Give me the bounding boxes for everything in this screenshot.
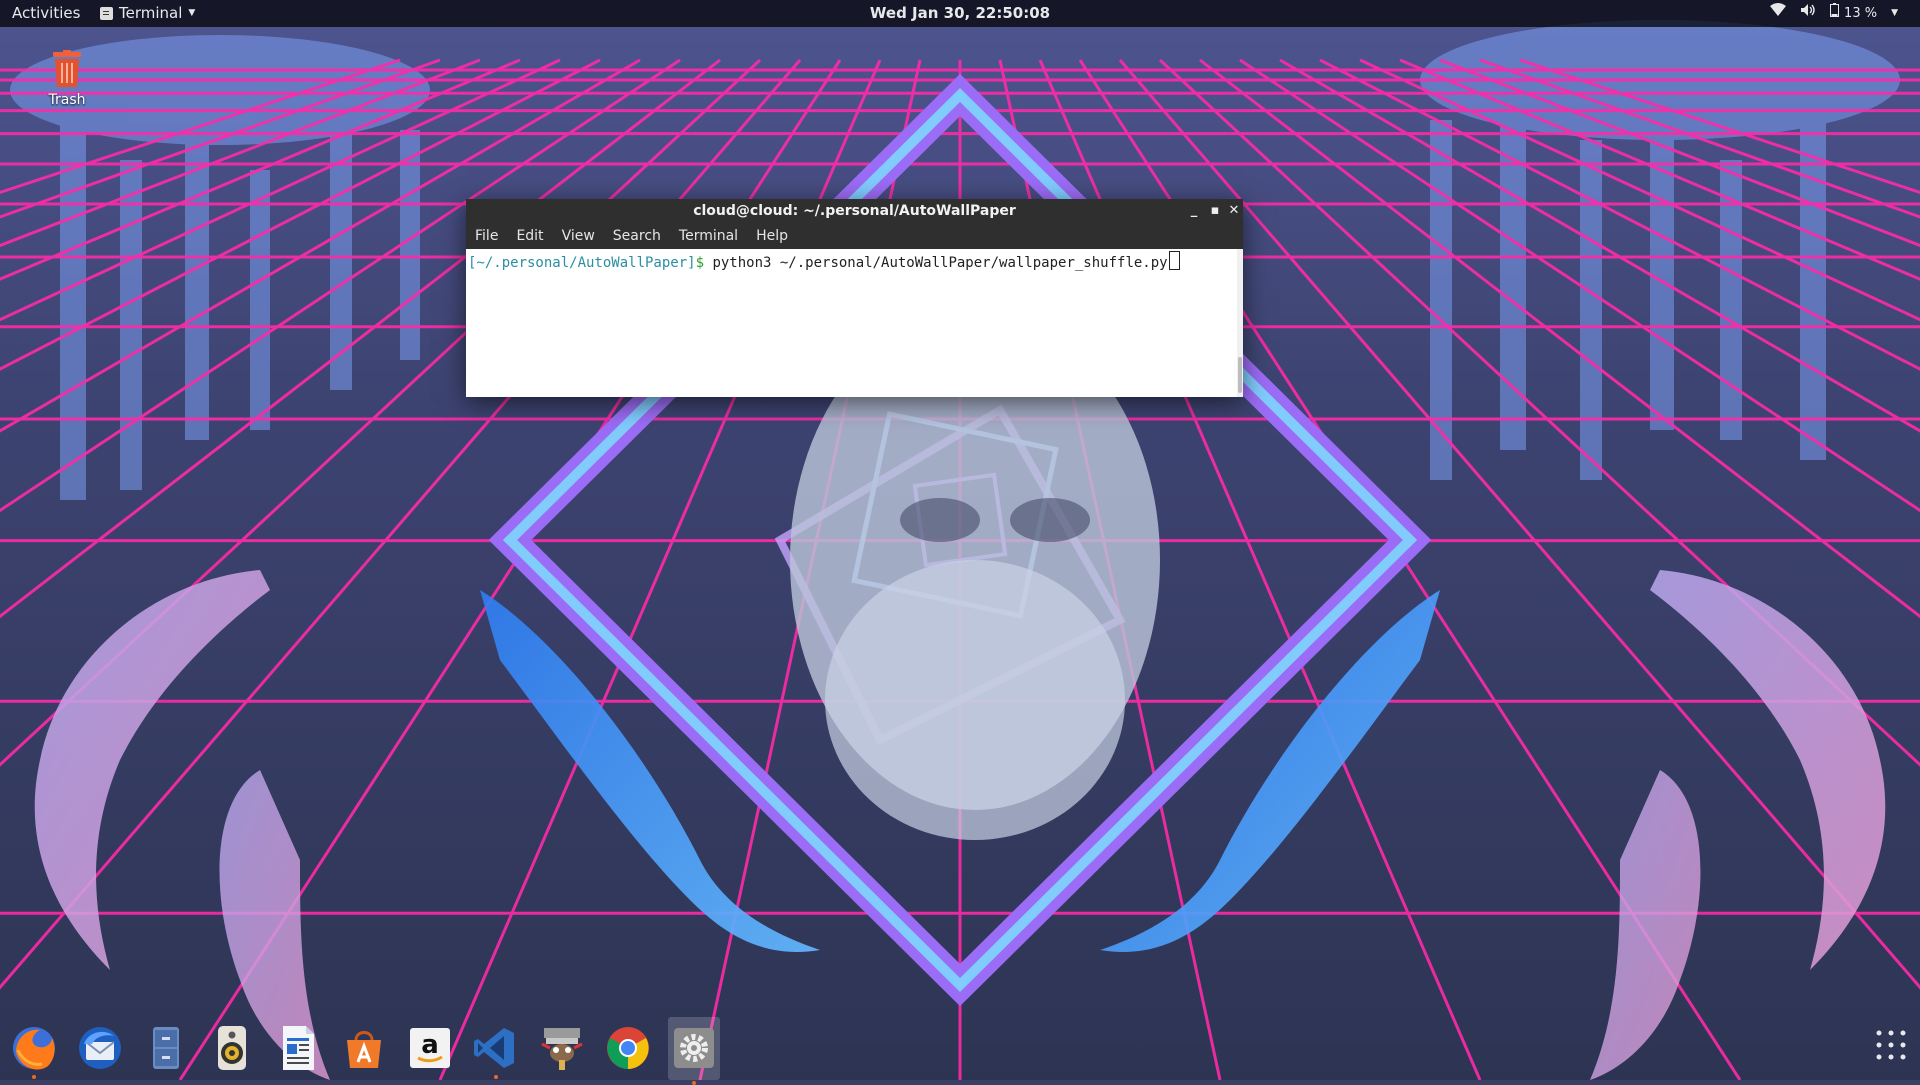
app-menu[interactable]: Terminal ▼ xyxy=(100,0,195,27)
dock-item-thunderbird[interactable] xyxy=(74,1022,126,1074)
desktop-wallpaper xyxy=(0,0,1920,1080)
thunderbird-icon xyxy=(79,1027,121,1069)
scrollbar-thumb[interactable] xyxy=(1238,357,1242,393)
terminal-menubar: File Edit View Search Terminal Help xyxy=(466,223,1243,249)
wifi-icon xyxy=(1770,0,1787,27)
show-applications-button[interactable] xyxy=(1874,1028,1908,1062)
firefox-icon xyxy=(13,1027,55,1070)
minimize-button[interactable]: _ xyxy=(1183,199,1205,223)
dock-item-amazon[interactable]: a xyxy=(404,1022,456,1074)
shopping-bag-icon xyxy=(347,1031,381,1068)
prompt-sign: $ xyxy=(695,255,705,271)
window-titlebar[interactable]: cloud@cloud: ~/.personal/AutoWallPaper _… xyxy=(466,199,1243,223)
running-indicator xyxy=(692,1081,696,1085)
gimp-icon xyxy=(541,1028,583,1070)
dock-item-settings[interactable] xyxy=(668,1017,720,1085)
dock-item-vscode[interactable] xyxy=(470,1022,522,1079)
running-indicator xyxy=(32,1075,36,1079)
speaker-icon xyxy=(218,1026,246,1070)
terminal-window[interactable]: cloud@cloud: ~/.personal/AutoWallPaper _… xyxy=(466,199,1243,397)
terminal-app-icon xyxy=(100,7,113,20)
chevron-down-icon: ▼ xyxy=(188,8,196,18)
activities-button[interactable]: Activities xyxy=(12,0,80,27)
terminal-command-line: [~/.personal/AutoWallPaper]$ python3 ~/.… xyxy=(468,251,1180,273)
document-icon xyxy=(283,1026,314,1070)
menu-file[interactable]: File xyxy=(466,223,507,249)
running-indicator xyxy=(494,1075,498,1079)
clock: Wed Jan 30, 22:50:08 xyxy=(0,0,1920,27)
app-grid-icon xyxy=(1876,1030,1906,1060)
dock-item-libreoffice-writer[interactable] xyxy=(272,1022,324,1074)
menu-help[interactable]: Help xyxy=(747,223,797,249)
trash-label: Trash xyxy=(48,92,86,108)
menu-search[interactable]: Search xyxy=(604,223,670,249)
volume-icon xyxy=(1800,0,1816,27)
terminal-scrollbar[interactable] xyxy=(1237,249,1243,397)
clock-label[interactable]: Wed Jan 30, 22:50:08 xyxy=(870,4,1050,22)
chevron-down-icon: ▼ xyxy=(1891,8,1898,18)
menu-view[interactable]: View xyxy=(553,223,604,249)
window-title: cloud@cloud: ~/.personal/AutoWallPaper xyxy=(693,203,1016,219)
prompt-path: [~/.personal/AutoWallPaper] xyxy=(468,255,696,271)
close-button[interactable]: ✕ xyxy=(1223,199,1245,223)
dock-item-firefox[interactable] xyxy=(8,1022,60,1079)
gear-icon xyxy=(674,1028,714,1068)
battery-percent: 13 % xyxy=(1844,6,1878,21)
menu-edit[interactable]: Edit xyxy=(507,223,552,249)
amazon-icon: a xyxy=(410,1028,450,1068)
dock-item-chrome[interactable] xyxy=(602,1022,654,1074)
terminal-output[interactable]: [~/.personal/AutoWallPaper]$ python3 ~/.… xyxy=(466,249,1243,397)
svg-text:a: a xyxy=(421,1030,439,1060)
top-bar: Activities Terminal ▼ Wed Jan 30, 22:50:… xyxy=(0,0,1920,27)
typed-command: python3 ~/.personal/AutoWallPaper/wallpa… xyxy=(704,255,1168,271)
system-tray[interactable]: 13 % ▼ xyxy=(1770,0,1898,27)
dock-item-gimp[interactable] xyxy=(536,1022,588,1074)
dock-item-ubuntu-software[interactable] xyxy=(338,1022,390,1074)
text-cursor xyxy=(1168,251,1180,270)
app-menu-label: Terminal xyxy=(119,4,183,22)
dock-item-rhythmbox[interactable] xyxy=(206,1022,258,1074)
trash-icon xyxy=(53,50,81,87)
menu-terminal[interactable]: Terminal xyxy=(670,223,747,249)
desktop-icon-trash[interactable]: Trash xyxy=(40,50,94,108)
files-icon xyxy=(153,1027,179,1069)
dock: a xyxy=(0,1014,1920,1085)
dock-item-files[interactable] xyxy=(140,1022,192,1074)
battery-icon xyxy=(1830,0,1840,27)
vscode-icon xyxy=(474,1028,514,1068)
chrome-icon xyxy=(607,1027,649,1069)
